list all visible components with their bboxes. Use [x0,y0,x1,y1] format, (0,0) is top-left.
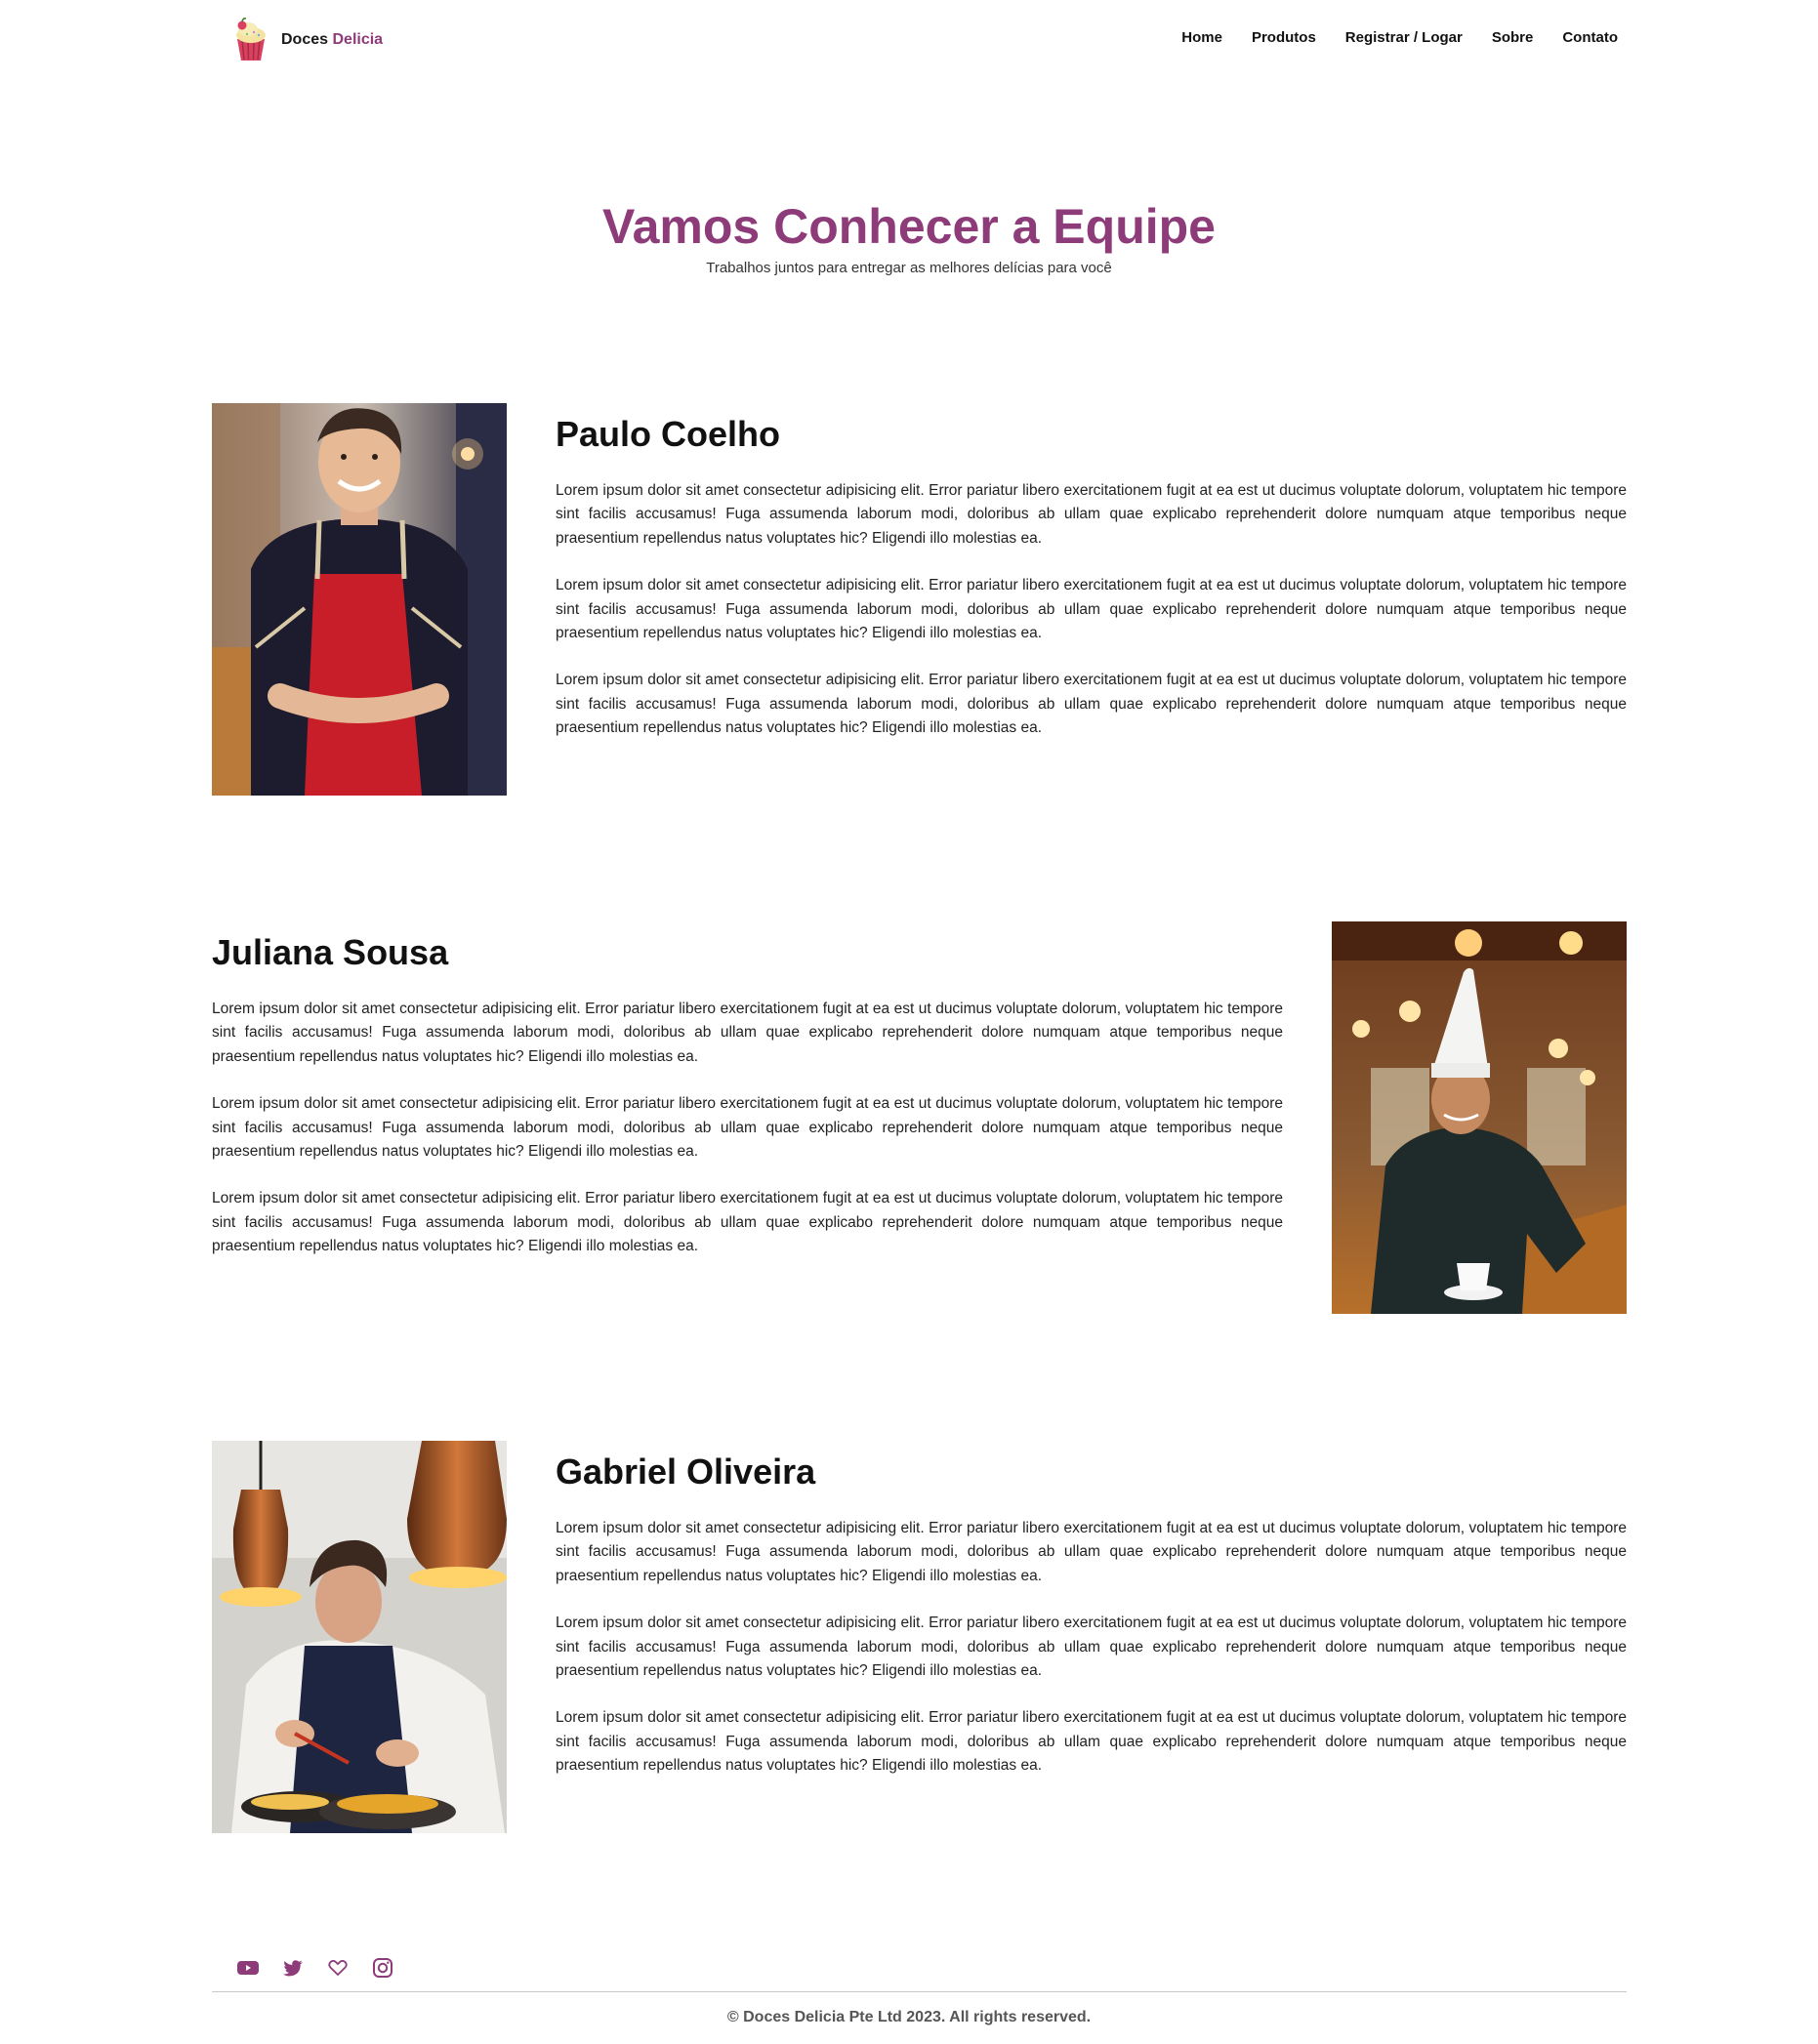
cupcake-icon [236,18,266,61]
bio-paragraph: Lorem ipsum dolor sit amet consectetur a… [556,672,1627,737]
bio-paragraph: Lorem ipsum dolor sit amet consectetur a… [212,1095,1283,1161]
member-name: Gabriel Oliveira [556,1451,816,1492]
team-member-gabriel: Gabriel Oliveira Lorem ipsum dolor sit a… [212,1441,1627,1833]
bio-paragraph: Lorem ipsum dolor sit amet consectetur a… [556,482,1627,547]
nav-home[interactable]: Home [1181,29,1222,46]
chef-red-apron-photo [212,403,507,796]
nav-registrar-logar[interactable]: Registrar / Logar [1345,29,1463,46]
page-subtitle: Trabalhos juntos para entregar as melhor… [706,260,1112,276]
social-links [236,1956,394,1980]
instagram-icon[interactable] [371,1956,394,1980]
member-bio: Juliana Sousa Lorem ipsum dolor sit amet… [212,921,1283,1259]
page-title: Vamos Conhecer a Equipe [602,199,1216,254]
bio-paragraph: Lorem ipsum dolor sit amet consectetur a… [556,1615,1627,1680]
nav-sobre[interactable]: Sobre [1492,29,1534,46]
member-name: Paulo Coelho [556,414,781,454]
heart-icon[interactable] [326,1956,350,1980]
copyright-text: © Doces Delicia Pte Ltd 2023. All rights… [726,2009,1092,2025]
youtube-icon[interactable] [236,1956,260,1980]
brand-logo-link[interactable]: Doces Delicia [230,18,383,62]
nav-contato[interactable]: Contato [1562,29,1618,46]
member-name: Juliana Sousa [212,932,449,972]
site-header: Doces Delicia Home Produtos Registrar / … [0,0,1818,78]
nav-produtos[interactable]: Produtos [1252,29,1316,46]
team-member-paulo: Paulo Coelho Lorem ipsum dolor sit amet … [212,403,1627,796]
footer-divider [212,1991,1627,1992]
team-member-juliana: Juliana Sousa Lorem ipsum dolor sit amet… [212,921,1627,1314]
chef-copper-lamps-photo [212,1441,507,1833]
bio-paragraph: Lorem ipsum dolor sit amet consectetur a… [556,1709,1627,1775]
bio-paragraph: Lorem ipsum dolor sit amet consectetur a… [212,1001,1283,1065]
member-bio: Paulo Coelho Lorem ipsum dolor sit amet … [556,403,1627,741]
team-hero: Vamos Conhecer a Equipe Trabalhos juntos… [0,195,1818,276]
bio-paragraph: Lorem ipsum dolor sit amet consectetur a… [556,577,1627,642]
brand-accent: Delicia [332,31,384,48]
member-bio: Gabriel Oliveira Lorem ipsum dolor sit a… [556,1441,1627,1778]
twitter-icon[interactable] [281,1956,305,1980]
main-nav: Home Produtos Registrar / Logar Sobre Co… [1181,29,1618,46]
brand-name: Doces Delicia [281,31,384,48]
bio-paragraph: Lorem ipsum dolor sit amet consectetur a… [556,1520,1627,1584]
chef-white-hat-photo [1332,921,1627,1314]
bio-paragraph: Lorem ipsum dolor sit amet consectetur a… [212,1190,1283,1255]
